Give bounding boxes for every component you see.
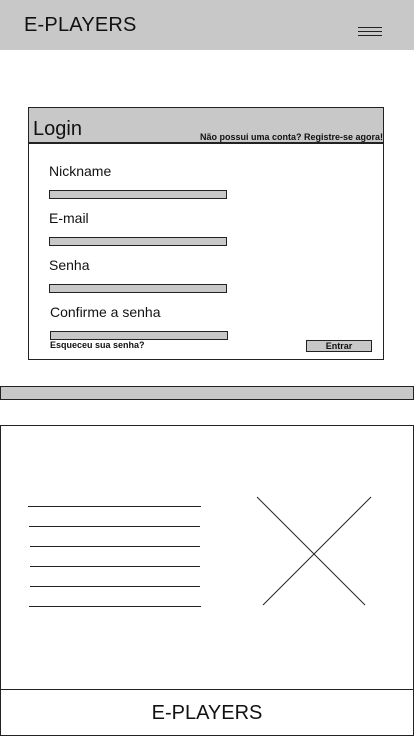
text-placeholder-line [28, 506, 201, 507]
text-placeholder-line [30, 566, 200, 567]
hamburger-line [358, 35, 382, 36]
password-label: Senha [49, 257, 90, 273]
image-placeholder-stroke [256, 496, 366, 606]
image-placeholder-stroke [262, 496, 372, 606]
hamburger-menu-icon[interactable] [356, 26, 384, 38]
password-input[interactable] [49, 284, 227, 293]
login-card-header: Login Não possui uma conta? Registre-se … [29, 108, 383, 144]
nickname-input[interactable] [49, 190, 227, 199]
image-placeholder-x-icon [256, 496, 372, 606]
register-link[interactable]: Não possui uma conta? Registre-se agora! [200, 132, 383, 143]
login-card: Login Não possui uma conta? Registre-se … [28, 107, 384, 360]
footer: E-PLAYERS [0, 689, 414, 736]
text-placeholder-line [30, 546, 200, 547]
confirm-password-label: Confirme a senha [50, 304, 161, 320]
email-input[interactable] [49, 237, 227, 246]
confirm-password-input[interactable] [50, 331, 228, 340]
forgot-password-link[interactable]: Esqueceu sua senha? [50, 340, 145, 351]
header-bar: E-PLAYERS [0, 0, 414, 50]
login-title: Login [33, 118, 82, 140]
text-placeholder-line [30, 586, 200, 587]
submit-button[interactable]: Entrar [306, 340, 372, 352]
hamburger-line [358, 27, 382, 28]
hamburger-line [358, 31, 382, 32]
text-placeholder-line [29, 606, 201, 607]
email-label: E-mail [49, 210, 89, 226]
footer-brand-text: E-PLAYERS [151, 702, 263, 724]
text-placeholder-line [29, 526, 200, 527]
brand-logo-text[interactable]: E-PLAYERS [24, 12, 137, 38]
divider-bar [0, 386, 414, 400]
nickname-label: Nickname [49, 163, 112, 179]
